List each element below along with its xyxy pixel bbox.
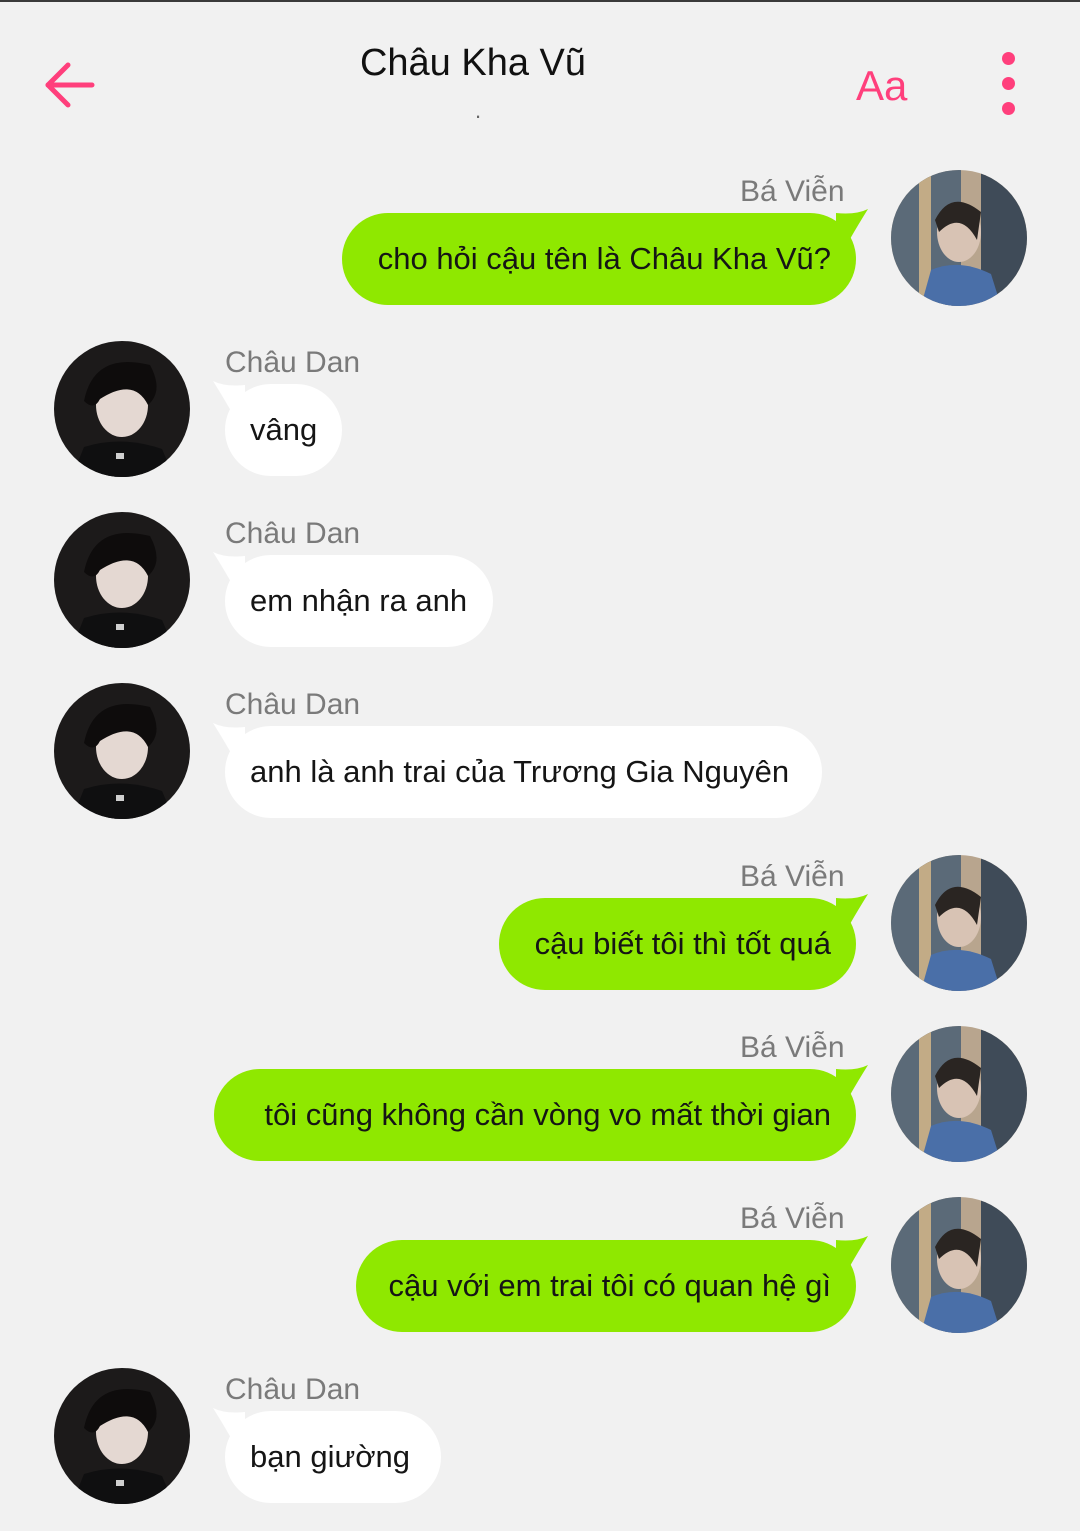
sender-name: Bá Viễn: [740, 1202, 845, 1235]
outgoing-message-bubble[interactable]: cậu với em trai tôi có quan hệ gì: [356, 1240, 856, 1332]
font-size-button[interactable]: Aa: [856, 62, 907, 110]
avatar-chau-dan[interactable]: [54, 512, 190, 648]
incoming-message-bubble[interactable]: anh là anh trai của Trương Gia Nguyên: [225, 726, 822, 818]
avatar-ba-vien[interactable]: [891, 170, 1027, 306]
chat-header: Châu Kha Vũ . Aa: [0, 0, 1080, 140]
outgoing-message-bubble[interactable]: cho hỏi cậu tên là Châu Kha Vũ?: [342, 213, 856, 305]
avatar-ba-vien[interactable]: [891, 1026, 1027, 1162]
chat-status: .: [474, 98, 482, 123]
sender-name: Châu Dan: [225, 517, 361, 550]
bubble-tail-icon: [836, 1236, 868, 1266]
bubble-tail-icon: [836, 1065, 868, 1095]
incoming-message-bubble[interactable]: em nhận ra anh: [225, 555, 493, 647]
sender-name: Bá Viễn: [740, 1031, 845, 1064]
sender-name: Châu Dan: [225, 346, 361, 379]
incoming-message-bubble[interactable]: bạn giường: [225, 1411, 441, 1503]
avatar-chau-dan[interactable]: [54, 683, 190, 819]
sender-name: Châu Dan: [225, 688, 361, 721]
chat-title: Châu Kha Vũ: [359, 42, 587, 84]
sender-name: Châu Dan: [225, 1373, 361, 1406]
avatar-chau-dan[interactable]: [54, 341, 190, 477]
incoming-message-bubble[interactable]: vâng: [225, 384, 342, 476]
sender-name: Bá Viễn: [740, 860, 845, 893]
outgoing-message-bubble[interactable]: cậu biết tôi thì tốt quá: [499, 898, 856, 990]
sender-name: Bá Viễn: [740, 175, 845, 208]
outgoing-message-bubble[interactable]: tôi cũng không cần vòng vo mất thời gian: [214, 1069, 856, 1161]
bubble-tail-icon: [836, 209, 868, 239]
more-options-icon[interactable]: [990, 52, 1026, 118]
avatar-ba-vien[interactable]: [891, 1197, 1027, 1333]
avatar-chau-dan[interactable]: [54, 1368, 190, 1504]
bubble-tail-icon: [836, 894, 868, 924]
avatar-ba-vien[interactable]: [891, 855, 1027, 991]
